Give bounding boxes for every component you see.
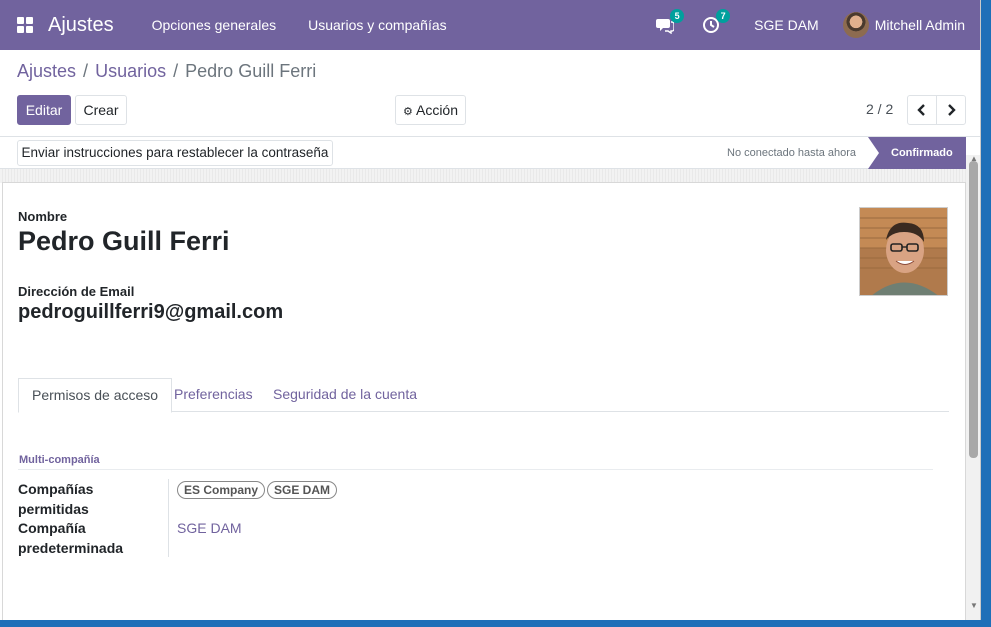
breadcrumb-ajustes[interactable]: Ajustes bbox=[17, 61, 76, 81]
user-menu[interactable]: Mitchell Admin bbox=[875, 17, 965, 33]
breadcrumb: Ajustes / Usuarios / Pedro Guill Ferri bbox=[17, 61, 316, 82]
activities-button[interactable]: 7 bbox=[702, 9, 731, 34]
pager-next-button[interactable] bbox=[936, 95, 966, 125]
default-company-label: Compañía predeterminada bbox=[18, 518, 158, 558]
default-company-label-line1: Compañía bbox=[18, 520, 86, 536]
allowed-companies-label: Compañías permitidas bbox=[18, 479, 158, 519]
edit-button[interactable]: Editar bbox=[17, 95, 71, 125]
allowed-companies-label-line2: permitidas bbox=[18, 501, 89, 517]
chevron-right-icon bbox=[948, 104, 956, 116]
scrollbar-thumb[interactable] bbox=[969, 161, 978, 458]
menu-opciones-generales[interactable]: Opciones generales bbox=[152, 17, 277, 33]
default-company-value[interactable]: SGE DAM bbox=[177, 520, 242, 536]
email-label: Dirección de Email bbox=[18, 284, 135, 299]
top-navbar: Ajustes Opciones generales Usuarios y co… bbox=[0, 0, 980, 50]
breadcrumb-current: Pedro Guill Ferri bbox=[185, 61, 317, 81]
app-title[interactable]: Ajustes bbox=[48, 14, 114, 37]
sheet-background bbox=[0, 169, 980, 183]
field-divider bbox=[168, 479, 169, 557]
breadcrumb-separator: / bbox=[173, 61, 179, 81]
name-label: Nombre bbox=[18, 209, 68, 224]
company-switcher[interactable]: SGE DAM bbox=[754, 17, 819, 33]
allowed-companies-label-line1: Compañías bbox=[18, 481, 94, 497]
vertical-scrollbar[interactable]: ▲ ▼ bbox=[966, 154, 980, 620]
messages-count-badge: 5 bbox=[670, 9, 685, 23]
email-value: pedroguillferri9@gmail.com bbox=[18, 301, 284, 323]
action-button-label: Acción bbox=[415, 102, 459, 118]
breadcrumb-usuarios[interactable]: Usuarios bbox=[95, 61, 166, 81]
chevron-left-icon bbox=[917, 104, 925, 116]
tab-preferencias[interactable]: Preferencias bbox=[161, 378, 266, 412]
menu-usuarios-companias[interactable]: Usuarios y compañías bbox=[308, 17, 447, 33]
tab-permisos-de-acceso[interactable]: Permisos de acceso bbox=[18, 378, 173, 413]
default-company-label-line2: predeterminada bbox=[18, 540, 124, 556]
status-confirmed[interactable]: Confirmado bbox=[868, 137, 966, 169]
breadcrumb-separator: / bbox=[83, 61, 89, 81]
pager-previous-button[interactable] bbox=[907, 95, 937, 125]
create-button[interactable]: Crear bbox=[75, 95, 127, 125]
user-avatar[interactable] bbox=[842, 12, 869, 38]
pager-value[interactable]: 2 / 2 bbox=[866, 101, 893, 117]
tab-seguridad-de-la-cuenta[interactable]: Seguridad de la cuenta bbox=[260, 378, 430, 412]
form-statusbar: Enviar instrucciones para restablecer la… bbox=[0, 136, 980, 169]
activities-count-badge: 7 bbox=[716, 9, 731, 23]
group-separator bbox=[18, 469, 933, 470]
form-tabs: Permisos de acceso Preferencias Segurida… bbox=[18, 378, 949, 413]
app-window: Ajustes Opciones generales Usuarios y co… bbox=[0, 0, 981, 620]
company-tag-sge-dam[interactable]: SGE DAM bbox=[267, 481, 338, 499]
desktop-taskbar-edge bbox=[0, 620, 991, 627]
gear-icon: ⚙ bbox=[402, 106, 413, 118]
user-photo[interactable] bbox=[859, 207, 948, 296]
name-value: Pedro Guill Ferri bbox=[18, 226, 230, 256]
company-tag-es-company[interactable]: ES Company bbox=[177, 481, 266, 499]
scroll-down-icon[interactable]: ▼ bbox=[970, 601, 978, 610]
messages-button[interactable]: 5 bbox=[656, 9, 685, 35]
status-not-connected[interactable]: No conectado hasta ahora bbox=[727, 147, 856, 159]
multi-company-group-title: Multi-compañía bbox=[19, 454, 100, 466]
reset-password-button[interactable]: Enviar instrucciones para restablecer la… bbox=[17, 140, 333, 166]
apps-grid-icon[interactable] bbox=[17, 17, 33, 33]
action-button[interactable]: ⚙ Acción bbox=[395, 95, 466, 125]
